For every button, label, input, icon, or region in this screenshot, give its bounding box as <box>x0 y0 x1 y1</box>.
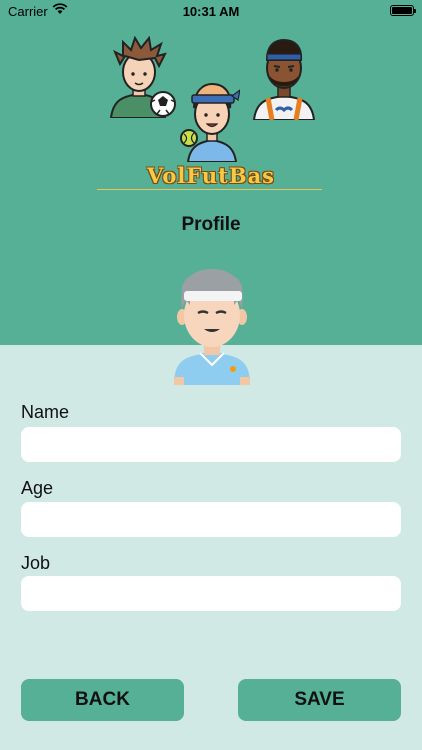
back-button[interactable]: BACK <box>21 679 184 721</box>
status-bar: Carrier 10:31 AM <box>0 0 422 22</box>
name-field[interactable] <box>21 427 401 462</box>
age-field[interactable] <box>21 502 401 537</box>
save-button[interactable]: SAVE <box>238 679 401 721</box>
profile-avatar[interactable] <box>170 265 254 390</box>
job-field[interactable] <box>21 576 401 611</box>
app-logo-text: VolFutBas <box>146 163 276 188</box>
clock: 10:31 AM <box>182 4 240 19</box>
battery-icon <box>390 5 416 16</box>
page-title: Profile <box>181 214 241 235</box>
volleyball-player-avatar <box>180 78 241 167</box>
basketball-player-avatar <box>250 36 318 125</box>
age-label: Age <box>21 478 54 498</box>
job-label: Job <box>21 553 51 573</box>
football-player-avatar <box>105 35 177 123</box>
name-label: Name <box>21 402 70 422</box>
logo-underline <box>97 189 322 190</box>
